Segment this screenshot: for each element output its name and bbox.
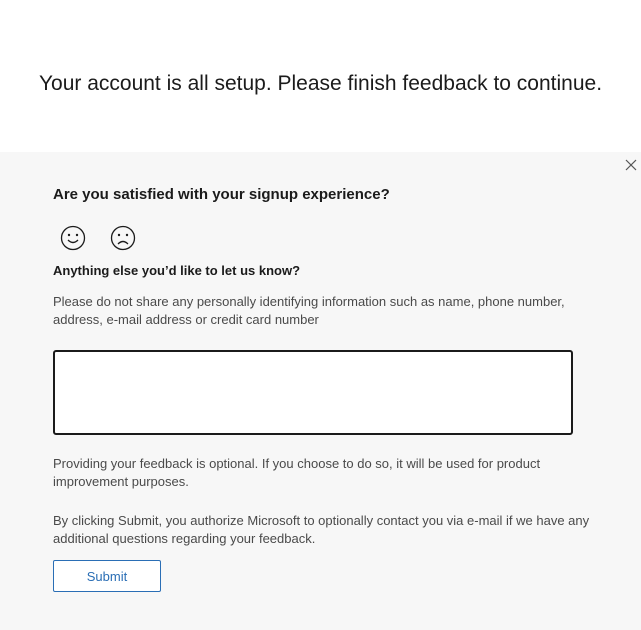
close-icon[interactable] (623, 157, 639, 173)
sad-face-icon[interactable] (109, 224, 137, 252)
authorization-note: By clicking Submit, you authorize Micros… (53, 513, 590, 546)
feedback-comment-input[interactable] (53, 350, 573, 435)
happy-face-icon[interactable] (59, 224, 87, 252)
page-title: Your account is all setup. Please finish… (38, 72, 603, 95)
feedback-panel: Are you satisfied with your signup exper… (0, 152, 641, 630)
signup-complete-page: Your account is all setup. Please finish… (0, 0, 641, 630)
privacy-note: Please do not share any personally ident… (53, 294, 565, 327)
submit-button[interactable]: Submit (53, 560, 161, 592)
optional-note: Providing your feedback is optional. If … (53, 456, 541, 489)
satisfaction-options (59, 224, 137, 252)
comment-question: Anything else you’d like to let us know? (53, 263, 301, 278)
satisfaction-question: Are you satisfied with your signup exper… (53, 186, 390, 203)
